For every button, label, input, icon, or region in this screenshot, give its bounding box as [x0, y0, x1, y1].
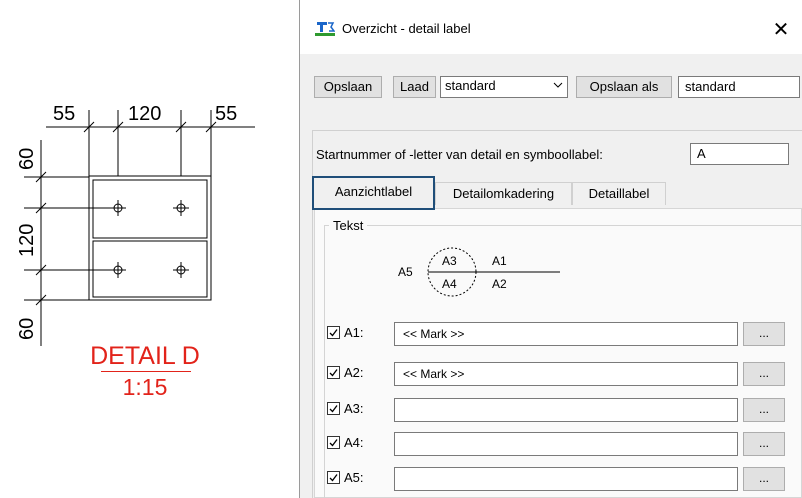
tab-detaillabel[interactable]: Detaillabel: [572, 182, 666, 205]
tab-aanzichtlabel[interactable]: Aanzichtlabel: [312, 176, 435, 210]
symbol-a3: A3: [442, 254, 457, 268]
plate-detail-svg: 55 120 55 60 120 60: [16, 103, 255, 346]
chevron-down-icon: [553, 82, 563, 88]
load-button[interactable]: Laad: [393, 76, 436, 98]
row-a3: A3: ...: [327, 398, 797, 422]
save-button[interactable]: Opslaan: [314, 76, 382, 98]
a5-input[interactable]: [394, 467, 738, 491]
a1-checkbox[interactable]: [327, 326, 340, 339]
symbol-a1: A1: [492, 254, 507, 268]
a2-label: A2:: [344, 365, 364, 380]
a5-browse-button[interactable]: ...: [743, 467, 785, 491]
detail-scale: 1:15: [122, 374, 168, 400]
checkmark-icon: [329, 369, 338, 377]
a5-checkbox[interactable]: [327, 471, 340, 484]
detail-title-underline: [101, 371, 191, 372]
symbol-a2: A2: [492, 277, 507, 291]
a2-browse-button[interactable]: ...: [743, 362, 785, 386]
row-a1: A1: << Mark >> ...: [327, 322, 797, 346]
dialog-title: Overzicht - detail label: [342, 21, 471, 36]
row-a2: A2: << Mark >> ...: [327, 362, 797, 386]
dim-left-top: 60: [16, 148, 38, 170]
start-number-input[interactable]: A: [690, 143, 789, 165]
checkmark-icon: [329, 439, 338, 447]
dim-left-bottom: 60: [16, 318, 38, 340]
a5-label: A5:: [344, 470, 364, 485]
a1-input[interactable]: << Mark >>: [394, 322, 738, 346]
a4-checkbox[interactable]: [327, 436, 340, 449]
checkmark-icon: [329, 405, 338, 413]
row-a5: A5: ...: [327, 467, 797, 491]
row-a4: A4: ...: [327, 432, 797, 456]
save-as-button[interactable]: Opslaan als: [576, 76, 672, 98]
title-bar: Overzicht - detail label ✕: [300, 0, 802, 54]
a3-browse-button[interactable]: ...: [743, 398, 785, 422]
close-icon[interactable]: ✕: [773, 17, 790, 42]
a4-browse-button[interactable]: ...: [743, 432, 785, 456]
a3-checkbox[interactable]: [327, 402, 340, 415]
save-as-name-input[interactable]: standard: [678, 76, 800, 98]
detail-label-dialog: Overzicht - detail label ✕ Opslaan Laad …: [299, 0, 802, 498]
checkmark-icon: [329, 474, 338, 482]
close-button[interactable]: ✕: [759, 12, 802, 46]
a3-label: A3:: [344, 401, 364, 416]
a1-browse-button[interactable]: ...: [743, 322, 785, 346]
tab-detailomkadering[interactable]: Detailomkadering: [435, 182, 572, 205]
a3-input[interactable]: [394, 398, 738, 422]
dim-left-middle: 120: [16, 224, 38, 257]
a2-checkbox[interactable]: [327, 366, 340, 379]
preset-select-value: standard: [445, 78, 496, 93]
dim-top-middle: 120: [128, 103, 161, 125]
app-icon: [315, 22, 335, 36]
preset-select[interactable]: standard: [440, 76, 568, 98]
a1-label: A1:: [344, 325, 364, 340]
a4-label: A4:: [344, 435, 364, 450]
symbol-a5: A5: [398, 265, 413, 279]
a2-input[interactable]: << Mark >>: [394, 362, 738, 386]
label-symbol-diagram: A5 A3 A4 A1 A2: [398, 247, 560, 297]
dim-top-right: 55: [215, 103, 237, 125]
start-number-label: Startnummer of -letter van detail en sym…: [316, 147, 603, 162]
a4-input[interactable]: [394, 432, 738, 456]
symbol-a4: A4: [442, 277, 457, 291]
steel-plate-drawing: 55 120 55 60 120 60 DETAIL D 1:15: [0, 0, 290, 498]
dim-top-left: 55: [53, 103, 75, 125]
detail-title: DETAIL D: [90, 342, 200, 370]
checkmark-icon: [329, 329, 338, 337]
text-group-title: Tekst: [329, 218, 368, 234]
